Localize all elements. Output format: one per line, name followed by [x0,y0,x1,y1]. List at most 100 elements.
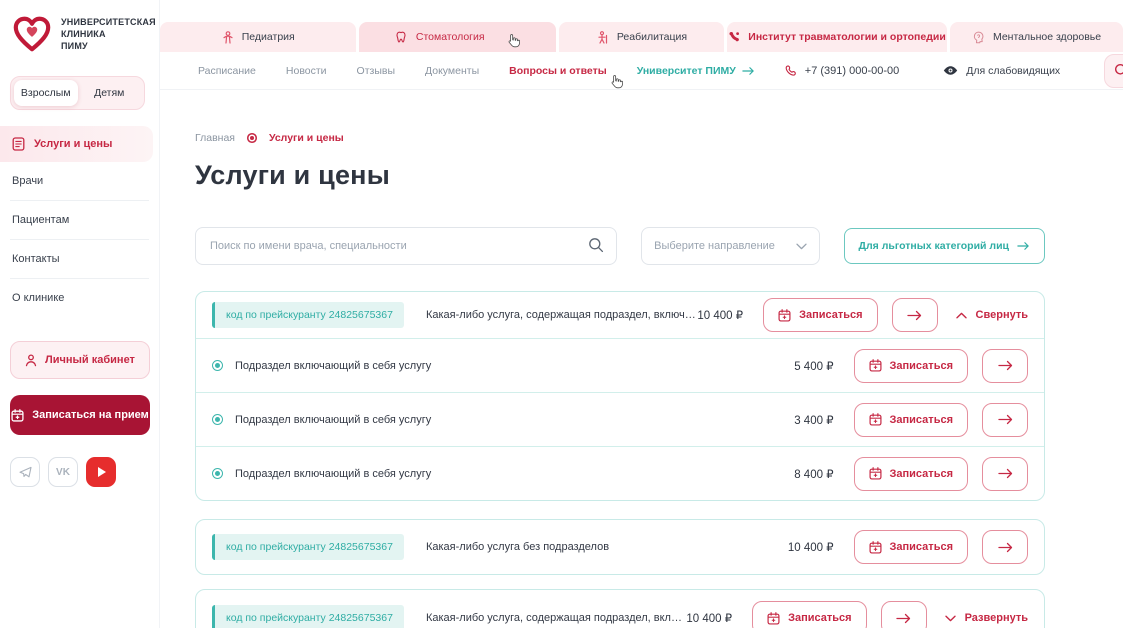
subitem-price: 8 400 ₽ [794,467,833,481]
service-detail-arrow-button[interactable] [982,403,1028,437]
subitem-title: Подраздел включающий в себя услугу [235,414,431,426]
audience-toggle: Взрослым Детям [10,76,145,110]
tab-rehabilitation[interactable]: Реабилитация [559,22,724,52]
page-title: Услуги и цены [195,160,1045,191]
breadcrumb-home-link[interactable]: Главная [195,132,235,144]
social-links: VK [10,457,149,487]
benefits-categories-button[interactable]: Для льготных категорий лиц [844,228,1045,264]
service-title: Какая-либо услуга без подразделов [426,541,609,553]
tab-mental-health[interactable]: Ментальное здоровье [950,22,1123,52]
chevron-down-icon [945,615,956,622]
vk-icon[interactable]: VK [48,457,78,487]
tab-label: Реабилитация [617,31,687,43]
sidebar-item-doctors[interactable]: Врачи [0,162,159,200]
arrow-right-icon [742,66,755,76]
hand-cursor-icon [507,33,520,48]
service-detail-arrow-button[interactable] [881,601,927,628]
book-label: Записаться [788,612,851,624]
nav-link-news[interactable]: Новости [286,65,327,77]
sidebar-item-about[interactable]: О клинике [0,279,159,317]
calendar-icon [869,359,882,372]
audience-adults-button[interactable]: Взрослым [14,80,78,106]
subitem-title: Подраздел включающий в себя услугу [235,468,431,480]
phone-icon [785,65,797,77]
toggle-label: Развернуть [965,612,1028,624]
service-subitem-row: Подраздел включающий в себя услугу 5 400… [196,338,1044,392]
sidebar-menu: Услуги и цены Врачи Пациентам Контакты О… [0,126,159,317]
sidebar-item-services[interactable]: Услуги и цены [0,126,153,162]
service-card-simple: код по прейскуранту 24825675367 Какая-ли… [195,519,1045,575]
service-detail-arrow-button[interactable] [982,349,1028,383]
nav-link-schedule[interactable]: Расписание [198,65,256,77]
breadcrumb: Главная Услуги и цены [195,132,1045,144]
sidebar-item-label: Контакты [12,253,60,265]
app-root: УНИВЕРСИТЕТСКАЯ КЛИНИКА ПИМУ Взрослым Де… [0,0,1123,628]
youtube-icon[interactable] [86,457,116,487]
book-service-button[interactable]: Записаться [854,349,968,383]
calendar-icon [11,409,24,422]
nav-link-documents[interactable]: Документы [425,65,479,77]
service-price: 10 400 ₽ [788,540,834,554]
search-button[interactable] [1104,54,1123,88]
direction-select[interactable]: Выберите направление [641,227,819,265]
nav-link-reviews[interactable]: Отзывы [357,65,395,77]
service-header-row: код по прейскуранту 24825675367 Какая-ли… [196,292,1044,338]
person-icon [25,354,37,367]
service-card-expanded: код по прейскуранту 24825675367 Какая-ли… [195,291,1045,501]
sidebar-item-label: Пациентам [12,214,69,226]
telegram-icon[interactable] [10,457,40,487]
accessibility-link[interactable]: Для слабовидящих [943,65,1060,77]
phone-number: +7 (391) 000-00-00 [805,65,899,77]
subitem-actions: 8 400 ₽ Записаться [794,457,1028,491]
service-actions: 10 400 ₽ Записаться [788,530,1028,564]
book-label: Записаться [890,541,953,553]
tab-pediatrics[interactable]: Педиатрия [160,22,356,52]
tab-traumatology[interactable]: Институт травматологии и ортопедии [727,22,947,52]
bullet-icon [212,414,223,425]
service-actions: 10 400 ₽ Записаться [697,298,1028,332]
search-icon[interactable] [588,237,604,253]
doctor-search [195,227,617,265]
clinic-logo[interactable]: УНИВЕРСИТЕТСКАЯ КЛИНИКА ПИМУ [0,14,159,54]
tooth-icon [396,31,408,44]
chevron-down-icon [796,243,807,250]
sidebar-item-contacts[interactable]: Контакты [0,240,159,278]
service-header-row: код по прейскуранту 24825675367 Какая-ли… [196,590,1044,628]
arrow-right-icon [1017,241,1030,251]
subitem-actions: 3 400 ₽ Записаться [794,403,1028,437]
book-service-button[interactable]: Записаться [854,457,968,491]
expand-toggle[interactable]: Развернуть [945,612,1028,624]
nav-link-university[interactable]: Университет ПИМУ [637,65,755,77]
service-detail-arrow-button[interactable] [892,298,938,332]
main-area: Педиатрия Стоматология Реабилитация [160,0,1123,628]
collapse-toggle[interactable]: Свернуть [956,309,1028,321]
book-service-button[interactable]: Записаться [854,403,968,437]
audience-children-button[interactable]: Детям [78,80,142,106]
book-service-button[interactable]: Записаться [854,530,968,564]
book-service-button[interactable]: Записаться [763,298,877,332]
book-service-button[interactable]: Записаться [752,601,866,628]
price-code-badge: код по прейскуранту 24825675367 [212,534,404,560]
calendar-icon [869,541,882,554]
service-detail-arrow-button[interactable] [982,457,1028,491]
subitem-price: 3 400 ₽ [794,413,833,427]
book-appointment-button[interactable]: Записаться на прием [10,395,150,435]
sidebar-item-label: Врачи [12,175,43,187]
toggle-label: Свернуть [976,309,1028,321]
tab-label: Ментальное здоровье [993,31,1101,43]
hand-cursor-icon [610,74,623,89]
price-code-badge: код по прейскуранту 24825675367 [212,302,404,328]
personal-account-button[interactable]: Личный кабинет [10,341,150,379]
nav-link-questions[interactable]: Вопросы и ответы [509,65,607,77]
service-card-collapsed: код по прейскуранту 24825675367 Какая-ли… [195,589,1045,628]
sidebar: УНИВЕРСИТЕТСКАЯ КЛИНИКА ПИМУ Взрослым Де… [0,0,160,628]
play-icon [98,467,106,477]
header-utilities: +7 (391) 000-00-00 Для слабовидящих [785,54,1123,88]
phone-link[interactable]: +7 (391) 000-00-00 [785,65,899,77]
tab-dentistry[interactable]: Стоматология [359,22,555,52]
service-detail-arrow-button[interactable] [982,530,1028,564]
document-icon [12,137,25,151]
sidebar-item-patients[interactable]: Пациентам [0,201,159,239]
search-input[interactable] [195,227,617,265]
book-label: Записаться [890,360,953,372]
